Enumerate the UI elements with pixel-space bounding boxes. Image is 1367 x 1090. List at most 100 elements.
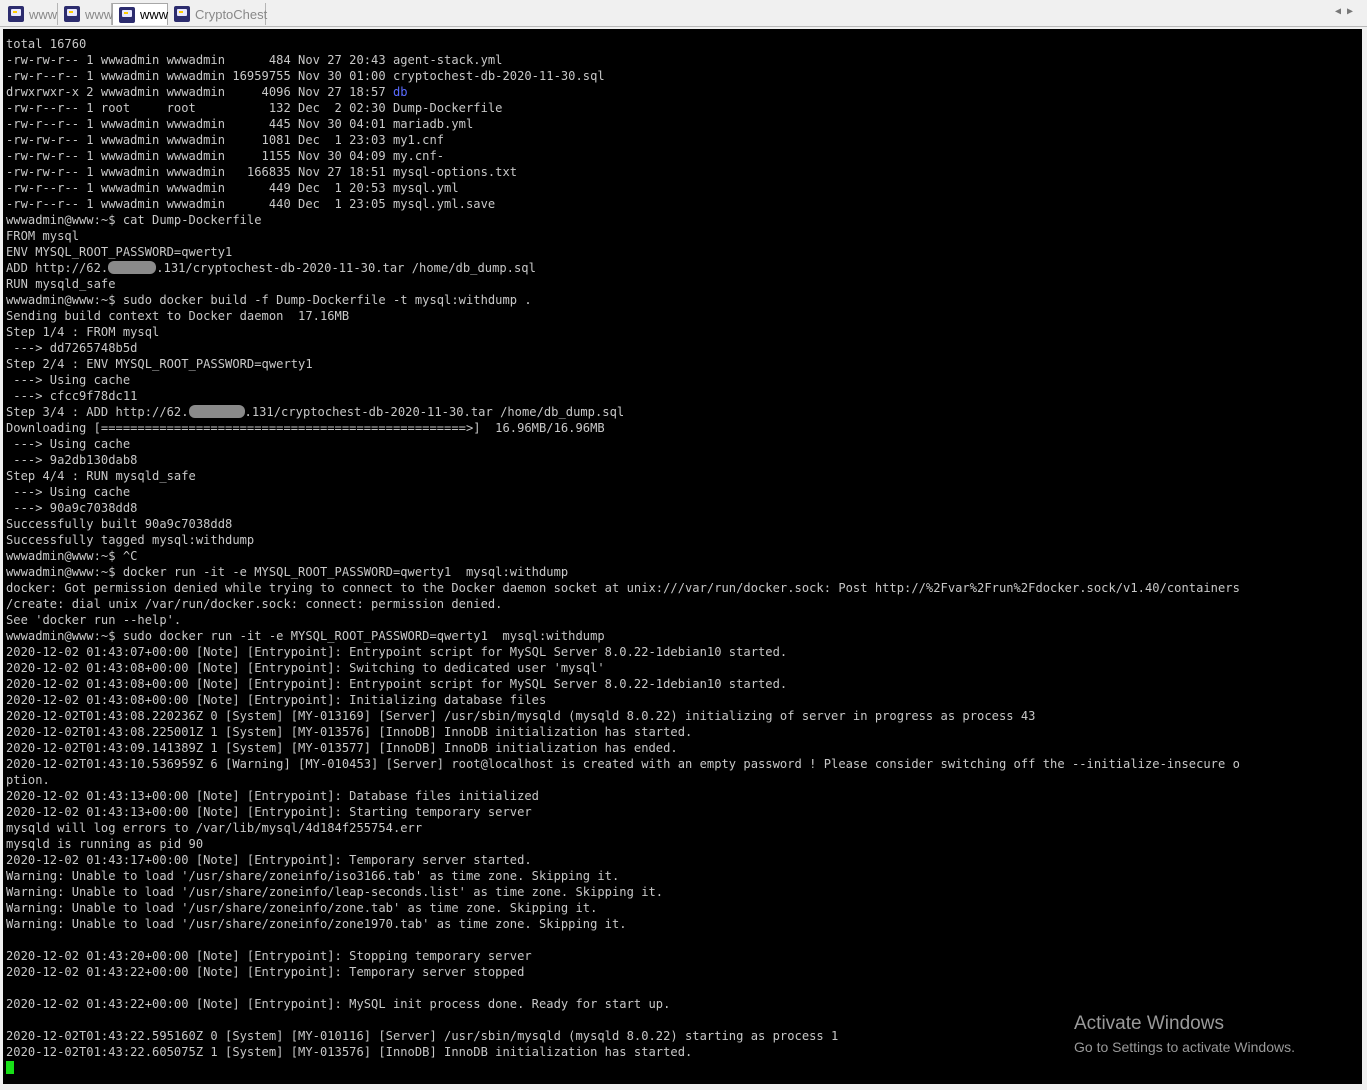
terminal-line: Warning: Unable to load '/usr/share/zone…: [6, 868, 1240, 884]
terminal-line: Sending build context to Docker daemon 1…: [6, 308, 1240, 324]
tab-bar: www www www CryptoChest ◀▶: [0, 0, 1367, 27]
terminal-line-text: ---> Using cache: [6, 485, 131, 499]
terminal-line-text: Step 4/4 : RUN mysqld_safe: [6, 469, 196, 483]
terminal-line: ---> dd7265748b5d: [6, 340, 1240, 356]
terminal-line: Successfully built 90a9c7038dd8: [6, 516, 1240, 532]
terminal-line-text: ENV MYSQL_ROOT_PASSWORD=qwerty1: [6, 245, 233, 259]
terminal-line: ---> cfcc9f78dc11: [6, 388, 1240, 404]
tab-www-active[interactable]: www: [112, 3, 168, 25]
terminal-line-text: -rw-r--r-- 1 root root 132 Dec 2 02:30 D…: [6, 101, 503, 115]
terminal-line: -rw-r--r-- 1 root root 132 Dec 2 02:30 D…: [6, 100, 1240, 116]
watermark-subtitle: Go to Settings to activate Windows.: [1074, 1039, 1295, 1055]
tab-www-2[interactable]: www: [58, 3, 113, 25]
terminal-line-text: -rw-rw-r-- 1 wwwadmin wwwadmin 1081 Dec …: [6, 133, 445, 147]
terminal-line: RUN mysqld_safe: [6, 276, 1240, 292]
terminal-line: 2020-12-02T01:43:22.605075Z 1 [System] […: [6, 1044, 1240, 1060]
terminal-line: -rw-rw-r-- 1 wwwadmin wwwadmin 1155 Nov …: [6, 148, 1240, 164]
terminal-line-text: 2020-12-02T01:43:08.225001Z 1 [System] […: [6, 725, 693, 739]
terminal-line-text: 2020-12-02 01:43:07+00:00 [Note] [Entryp…: [6, 645, 788, 659]
terminal-line-text: Successfully tagged mysql:withdump: [6, 533, 255, 547]
terminal-line: total 16760: [6, 36, 1240, 52]
terminal-line: wwwadmin@www:~$ sudo docker run -it -e M…: [6, 628, 1240, 644]
terminal-line: -rw-rw-r-- 1 wwwadmin wwwadmin 166835 No…: [6, 164, 1240, 180]
terminal-line: 2020-12-02 01:43:08+00:00 [Note] [Entryp…: [6, 692, 1240, 708]
terminal-line: -rw-rw-r-- 1 wwwadmin wwwadmin 484 Nov 2…: [6, 52, 1240, 68]
terminal-line-text: Sending build context to Docker daemon 1…: [6, 309, 350, 323]
terminal-cursor: [6, 1061, 14, 1074]
terminal-line-text: 2020-12-02 01:43:17+00:00 [Note] [Entryp…: [6, 853, 532, 867]
terminal-line-text: 2020-12-02T01:43:10.536959Z 6 [Warning] …: [6, 757, 1240, 771]
terminal-line: -rw-r--r-- 1 wwwadmin wwwadmin 16959755 …: [6, 68, 1240, 84]
terminal-line-text: -rw-r--r-- 1 wwwadmin wwwadmin 449 Dec 1…: [6, 181, 459, 195]
terminal-line: 2020-12-02T01:43:10.536959Z 6 [Warning] …: [6, 756, 1240, 772]
terminal-line-text: ---> 9a2db130dab8: [6, 453, 138, 467]
terminal-line-tail: .131/cryptochest-db-2020-11-30.tar /home…: [156, 261, 536, 275]
terminal-line-text: Step 3/4 : ADD http://62.: [6, 405, 189, 419]
tab-cryptochest[interactable]: CryptoChest: [168, 3, 268, 25]
terminal-window[interactable]: total 16760 -rw-rw-r-- 1 wwwadmin wwwadmi…: [3, 29, 1362, 1084]
terminal-line: 2020-12-02 01:43:20+00:00 [Note] [Entryp…: [6, 948, 1240, 964]
terminal-line: Step 4/4 : RUN mysqld_safe: [6, 468, 1240, 484]
terminal-line: wwwadmin@www:~$ docker run -it -e MYSQL_…: [6, 564, 1240, 580]
terminal-line: wwwadmin@www:~$ cat Dump-Dockerfile: [6, 212, 1240, 228]
terminal-line: mysqld will log errors to /var/lib/mysql…: [6, 820, 1240, 836]
terminal-line-text: -rw-rw-r-- 1 wwwadmin wwwadmin 1155 Nov …: [6, 149, 445, 163]
terminal-line: ---> 9a2db130dab8: [6, 452, 1240, 468]
terminal-line-text: wwwadmin@www:~$ sudo docker build -f Dum…: [6, 293, 532, 307]
terminal-line: ENV MYSQL_ROOT_PASSWORD=qwerty1: [6, 244, 1240, 260]
terminal-line-text: 2020-12-02 01:43:08+00:00 [Note] [Entryp…: [6, 677, 788, 691]
terminal-line: wwwadmin@www:~$ ^C: [6, 548, 1240, 564]
terminal-line: -rw-r--r-- 1 wwwadmin wwwadmin 445 Nov 3…: [6, 116, 1240, 132]
terminal-line-text: FROM mysql: [6, 229, 80, 243]
terminal-line-text: drwxrwxr-x 2 wwwadmin wwwadmin 4096 Nov …: [6, 85, 393, 99]
terminal-line-text: 2020-12-02 01:43:13+00:00 [Note] [Entryp…: [6, 789, 539, 803]
terminal-line: 2020-12-02T01:43:08.225001Z 1 [System] […: [6, 724, 1240, 740]
redacted-ip-block: [188, 405, 245, 418]
tab-www-1[interactable]: www: [2, 3, 58, 25]
terminal-scrollbar[interactable]: [1362, 28, 1367, 1086]
putty-terminal-icon: [174, 6, 190, 22]
terminal-line-text: Warning: Unable to load '/usr/share/zone…: [6, 917, 627, 931]
activate-windows-watermark: Activate Windows Go to Settings to activ…: [1074, 1013, 1295, 1057]
terminal-line: ---> Using cache: [6, 436, 1240, 452]
terminal-line: wwwadmin@www:~$ sudo docker build -f Dum…: [6, 292, 1240, 308]
terminal-line-text: 2020-12-02T01:43:22.595160Z 0 [System] […: [6, 1029, 839, 1043]
terminal-line-text: -rw-rw-r-- 1 wwwadmin wwwadmin 166835 No…: [6, 165, 518, 179]
tab-scroll-right-icon[interactable]: ▶: [1347, 6, 1359, 17]
terminal-line: 2020-12-02 01:43:07+00:00 [Note] [Entryp…: [6, 644, 1240, 660]
watermark-title: Activate Windows: [1074, 1013, 1224, 1034]
tab-label: www: [140, 7, 169, 22]
terminal-line: -rw-rw-r-- 1 wwwadmin wwwadmin 1081 Dec …: [6, 132, 1240, 148]
terminal-line-text: -rw-r--r-- 1 wwwadmin wwwadmin 440 Dec 1…: [6, 197, 496, 211]
terminal-line-text: 2020-12-02 01:43:13+00:00 [Note] [Entryp…: [6, 805, 532, 819]
terminal-line: Warning: Unable to load '/usr/share/zone…: [6, 916, 1240, 932]
terminal-line-text: ---> dd7265748b5d: [6, 341, 138, 355]
terminal-line: Warning: Unable to load '/usr/share/zone…: [6, 900, 1240, 916]
terminal-line-text: mysqld will log errors to /var/lib/mysql…: [6, 821, 423, 835]
terminal-line-text: -rw-r--r-- 1 wwwadmin wwwadmin 445 Nov 3…: [6, 117, 474, 131]
terminal-line: Step 2/4 : ENV MYSQL_ROOT_PASSWORD=qwert…: [6, 356, 1240, 372]
directory-name: db: [392, 85, 408, 99]
terminal-line: ---> Using cache: [6, 484, 1240, 500]
terminal-line: 2020-12-02T01:43:22.595160Z 0 [System] […: [6, 1028, 1240, 1044]
terminal-line-text: wwwadmin@www:~$ sudo docker run -it -e M…: [6, 629, 605, 643]
terminal-line: Downloading [===========================…: [6, 420, 1240, 436]
terminal-line-text: See 'docker run --help'.: [6, 613, 182, 627]
terminal-line-text: mysqld is running as pid 90: [6, 837, 204, 851]
tab-label: CryptoChest: [195, 6, 268, 22]
terminal-line-text: 2020-12-02T01:43:22.605075Z 1 [System] […: [6, 1045, 693, 1059]
terminal-line-text: Downloading [===========================…: [6, 421, 605, 435]
terminal-line: /create: dial unix /var/run/docker.sock:…: [6, 596, 1240, 612]
terminal-line-text: Step 1/4 : FROM mysql: [6, 325, 160, 339]
tab-scroll-left-icon[interactable]: ◀: [1335, 6, 1347, 17]
window-bottom-border: [0, 1084, 1367, 1090]
terminal-line-text: Warning: Unable to load '/usr/share/zone…: [6, 885, 664, 899]
terminal-line-text: 2020-12-02 01:43:22+00:00 [Note] [Entryp…: [6, 997, 671, 1011]
terminal-line-text: 2020-12-02T01:43:09.141389Z 1 [System] […: [6, 741, 678, 755]
terminal-line-text: Warning: Unable to load '/usr/share/zone…: [6, 901, 598, 915]
terminal-line: Warning: Unable to load '/usr/share/zone…: [6, 884, 1240, 900]
terminal-line-text: Warning: Unable to load '/usr/share/zone…: [6, 869, 620, 883]
terminal-line-text: ---> 90a9c7038dd8: [6, 501, 138, 515]
terminal-line-text: ---> cfcc9f78dc11: [6, 389, 138, 403]
